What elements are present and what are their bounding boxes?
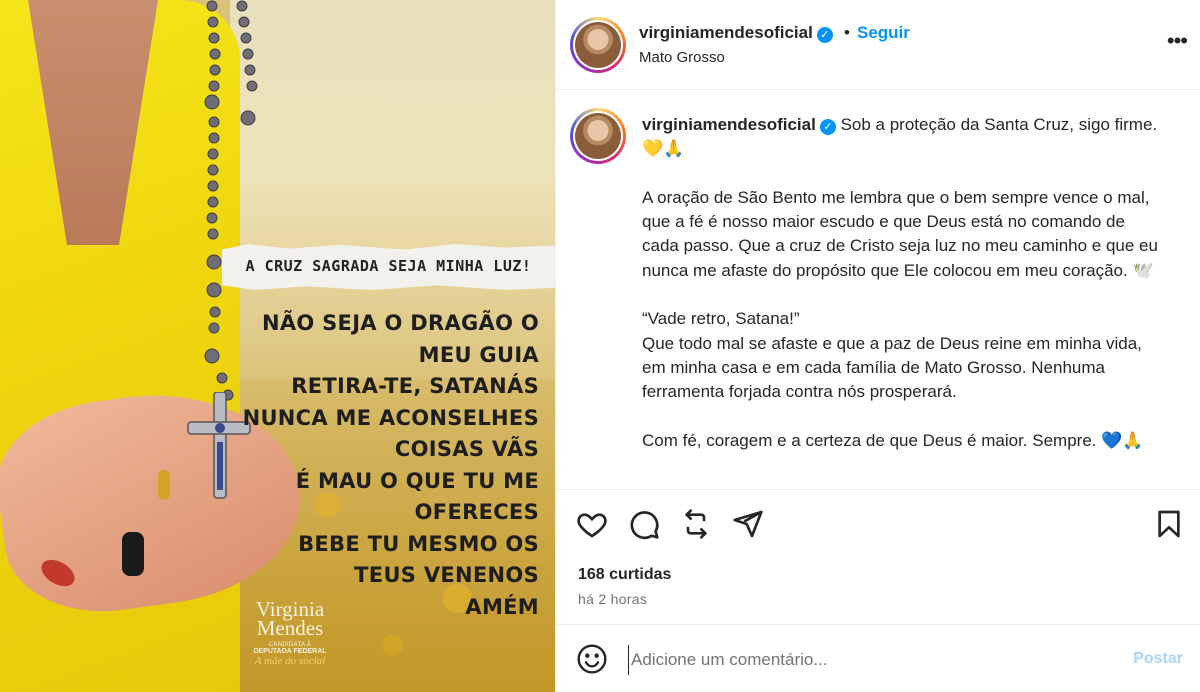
caption-username[interactable]: virginiamendesoficial ✓ — [642, 115, 836, 135]
gold-ring — [158, 470, 170, 500]
prayer-line: TEUS VENENOS — [354, 563, 539, 587]
banner-text: A CRUZ SAGRADA SEJA MINHA LUZ! — [245, 257, 532, 275]
verified-icon: ✓ — [819, 119, 836, 135]
repost-icon[interactable] — [680, 508, 712, 540]
logo-tagline: A mãe do social — [254, 655, 326, 667]
username-link[interactable]: virginiamendesoficial ✓ — [639, 23, 833, 43]
bookmark-icon[interactable] — [1153, 508, 1185, 540]
share-icon[interactable] — [732, 508, 764, 540]
caption-username-text: virginiamendesoficial — [642, 115, 816, 134]
prayer-line: É MAU O QUE TU ME — [295, 468, 539, 493]
prayer-line: BEBE TU MESMO OS — [298, 531, 539, 556]
comment-bar: Postar — [556, 624, 1200, 692]
comment-input[interactable] — [628, 645, 1118, 675]
prayer-line: OFERECES — [414, 500, 539, 524]
logo-role-line2: DEPUTADA FEDERAL — [253, 648, 327, 655]
username-text: virginiamendesoficial — [639, 23, 813, 42]
caption-text: virginiamendesoficial ✓ Sob a proteção da… — [642, 113, 1162, 477]
more-options-icon[interactable]: ••• — [1167, 30, 1188, 52]
prayer-line: COISAS VÃS — [394, 437, 539, 461]
likes-count[interactable]: 168 curtidas — [578, 566, 671, 584]
follow-button[interactable]: Seguir — [857, 23, 910, 43]
avatar[interactable] — [570, 108, 626, 164]
post-time[interactable]: há 2 horas — [578, 591, 647, 607]
caption-closing: Com fé, coragem e a certeza de que Deus … — [642, 430, 1144, 450]
post-image[interactable]: A CRUZ SAGRADA SEJA MINHA LUZ! NÃO SEJA … — [0, 0, 555, 692]
logo-name-line2: Mendes — [256, 616, 324, 640]
prayer-line: RETIRA-TE, SATANÁS — [291, 374, 539, 398]
caption-paragraph: Que todo mal se afaste e que a paz de De… — [642, 333, 1142, 402]
verified-icon: ✓ — [816, 27, 833, 43]
heart-icon[interactable] — [576, 508, 608, 540]
prayer-line: NÃO SEJA O DRAGÃO O — [261, 311, 539, 335]
comment-icon[interactable] — [628, 508, 660, 540]
prayer-line: MEU GUIA — [418, 342, 539, 367]
separator-dot: • — [844, 23, 850, 42]
actions-bar: 168 curtidas há 2 horas — [556, 489, 1200, 624]
caption-quote: “Vade retro, Satana!” — [642, 309, 800, 329]
emoji-icon[interactable] — [576, 643, 608, 675]
campaign-logo: Virginia Mendes CANDIDATA À DEPUTADA FED… — [240, 599, 340, 668]
avatar[interactable] — [570, 17, 626, 73]
black-ring — [122, 532, 144, 576]
prayer-text: NÃO SEJA O DRAGÃO O MEU GUIA RETIRA-TE, … — [243, 308, 539, 623]
post-panel: virginiamendesoficial ✓ • Seguir Mato Gro… — [555, 0, 1200, 692]
post-header: virginiamendesoficial ✓ • Seguir Mato Gro… — [556, 0, 1200, 90]
caption-area: virginiamendesoficial ✓ Sob a proteção da… — [556, 91, 1200, 489]
caption-paragraph: A oração de São Bento me lembra que o be… — [642, 187, 1158, 280]
post-button[interactable]: Postar — [1133, 650, 1183, 668]
location-link[interactable]: Mato Grosso — [639, 49, 725, 66]
prayer-line: NUNCA ME ACONSELHES — [242, 405, 539, 430]
